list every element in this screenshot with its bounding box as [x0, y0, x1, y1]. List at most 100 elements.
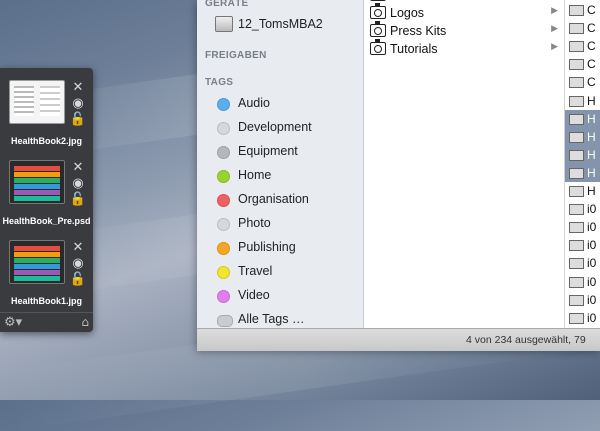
eye-icon[interactable]: ◉ — [69, 256, 87, 272]
tag-color-dot — [217, 146, 230, 159]
close-icon[interactable]: ✕ — [69, 80, 87, 96]
file-name: H — [587, 184, 596, 198]
file-row[interactable]: H — [565, 92, 600, 110]
shelf-item[interactable]: ✕ ◉ 🔓 HealthBook2.jpg — [0, 74, 93, 149]
file-row[interactable]: C — [565, 1, 600, 19]
file-row[interactable]: H — [565, 182, 600, 200]
shelf-footer: ⚙▾ ⌂ — [0, 312, 93, 333]
section-header-tags: TAGS — [205, 77, 234, 88]
all-tags-icon — [217, 315, 233, 327]
chevron-right-icon: ▶ — [551, 24, 558, 34]
disk-icon — [215, 16, 233, 32]
tag-label: Audio — [238, 96, 270, 110]
folder-row[interactable]: Press Kits ▶ — [368, 21, 558, 40]
file-icon — [569, 186, 584, 197]
file-name: i0 — [587, 310, 597, 325]
shelf-item-actions: ✕ ◉ 🔓 — [69, 160, 87, 208]
file-icon — [569, 41, 584, 53]
file-column: CCCCCHHHHHHi0i0i0i0i0i0i0i0 — [565, 0, 600, 328]
tag-color-dot — [217, 122, 230, 135]
file-row[interactable]: i0 — [565, 273, 600, 291]
section-header-devices: GERÄTE — [205, 0, 249, 9]
file-row[interactable]: H — [565, 127, 600, 146]
file-row[interactable]: C — [565, 19, 600, 37]
file-icon — [569, 149, 584, 161]
all-tags-label: Alle Tags … — [238, 312, 305, 326]
chevron-right-icon: ▶ — [551, 42, 558, 52]
file-icon — [569, 113, 584, 125]
shelf-item[interactable]: ✕ ◉ 🔓 HealthBook1.jpg — [0, 234, 93, 309]
file-icon — [569, 312, 584, 324]
file-icon — [569, 95, 584, 107]
close-icon[interactable]: ✕ — [69, 240, 87, 256]
lock-icon[interactable]: 🔓 — [69, 272, 87, 288]
file-icon — [569, 131, 584, 143]
file-row[interactable]: C — [565, 37, 600, 55]
sidebar-item-label: 12_TomsMBA2 — [238, 17, 323, 31]
file-name: i0 — [587, 274, 597, 289]
tag-label: Publishing — [238, 240, 296, 254]
eye-icon[interactable]: ◉ — [69, 176, 87, 192]
folder-column: Logos ▶ Press Kits ▶ Tutorials ▶ — [364, 0, 565, 328]
file-row[interactable]: i0 — [565, 291, 600, 309]
broom-icon[interactable]: ⌂ — [81, 315, 89, 329]
file-name: C — [587, 21, 596, 36]
thumbnail-bar — [14, 270, 60, 275]
file-thumbnail — [9, 160, 65, 204]
lock-icon[interactable]: 🔓 — [69, 112, 87, 128]
thumbnail-bar — [14, 258, 60, 263]
file-row[interactable]: i0 — [565, 236, 600, 254]
file-row[interactable]: i0 — [565, 200, 600, 218]
camera-folder-icon — [370, 21, 386, 37]
file-icon — [569, 204, 584, 216]
lock-icon[interactable]: 🔓 — [69, 192, 87, 208]
tag-color-dot — [217, 218, 230, 231]
gear-icon[interactable]: ⚙▾ — [4, 315, 22, 330]
file-name: C — [587, 75, 596, 90]
thumbnail-bar — [14, 276, 60, 281]
thumbnail-bar — [14, 246, 60, 251]
thumbnail-bar — [14, 178, 60, 183]
file-row[interactable]: C — [565, 73, 600, 91]
file-name: H — [587, 147, 596, 162]
shelf-item-name: HealthBook1.jpg — [10, 296, 82, 306]
file-row[interactable]: H — [565, 163, 600, 182]
folder-row[interactable]: Tutorials ▶ — [368, 39, 558, 58]
shelf-item[interactable]: ✕ ◉ 🔓 HealthBook_Pre.psd — [0, 154, 93, 229]
partial-folder-row — [370, 0, 386, 1]
file-name: H — [587, 93, 596, 108]
file-icon — [569, 59, 584, 71]
folder-name: Logos — [390, 6, 425, 20]
close-icon[interactable]: ✕ — [69, 160, 87, 176]
tag-color-dot — [217, 290, 230, 303]
file-row[interactable]: C — [565, 55, 600, 73]
status-text: 4 von 234 ausgewählt, 79 — [466, 334, 586, 346]
shelf-item-name: HealthBook2.jpg — [10, 136, 82, 146]
file-row[interactable]: H — [565, 109, 600, 128]
folder-name: Press Kits — [390, 24, 447, 38]
thumbnail-bar — [14, 172, 60, 177]
file-thumbnail — [9, 240, 65, 284]
thumbnail-bar — [14, 190, 60, 195]
tag-label: Home — [238, 168, 272, 182]
tag-label: Travel — [238, 264, 273, 278]
file-name: H — [587, 165, 596, 180]
tag-label: Development — [238, 120, 312, 134]
thumbnail-bar — [14, 252, 60, 257]
folder-row[interactable]: Logos ▶ — [368, 3, 558, 22]
tag-color-dot — [217, 194, 230, 207]
file-name: i0 — [587, 256, 597, 271]
file-name: i0 — [587, 292, 597, 307]
file-icon — [569, 23, 584, 35]
file-row[interactable]: i0 — [565, 254, 600, 272]
status-bar: 4 von 234 ausgewählt, 79 — [197, 328, 600, 351]
file-row[interactable]: i0 — [565, 218, 600, 236]
file-thumbnail — [9, 80, 65, 124]
shelf-panel: ✕ ◉ 🔓 HealthBook2.jpg ✕ ◉ 🔓 HealthBook_Pre.psd ✕… — [0, 68, 93, 332]
file-row[interactable]: H — [565, 145, 600, 164]
tag-label: Equipment — [238, 144, 298, 158]
file-name: C — [587, 3, 596, 17]
thumbnail-bar — [14, 166, 60, 171]
eye-icon[interactable]: ◉ — [69, 96, 87, 112]
file-row[interactable]: i0 — [565, 309, 600, 327]
